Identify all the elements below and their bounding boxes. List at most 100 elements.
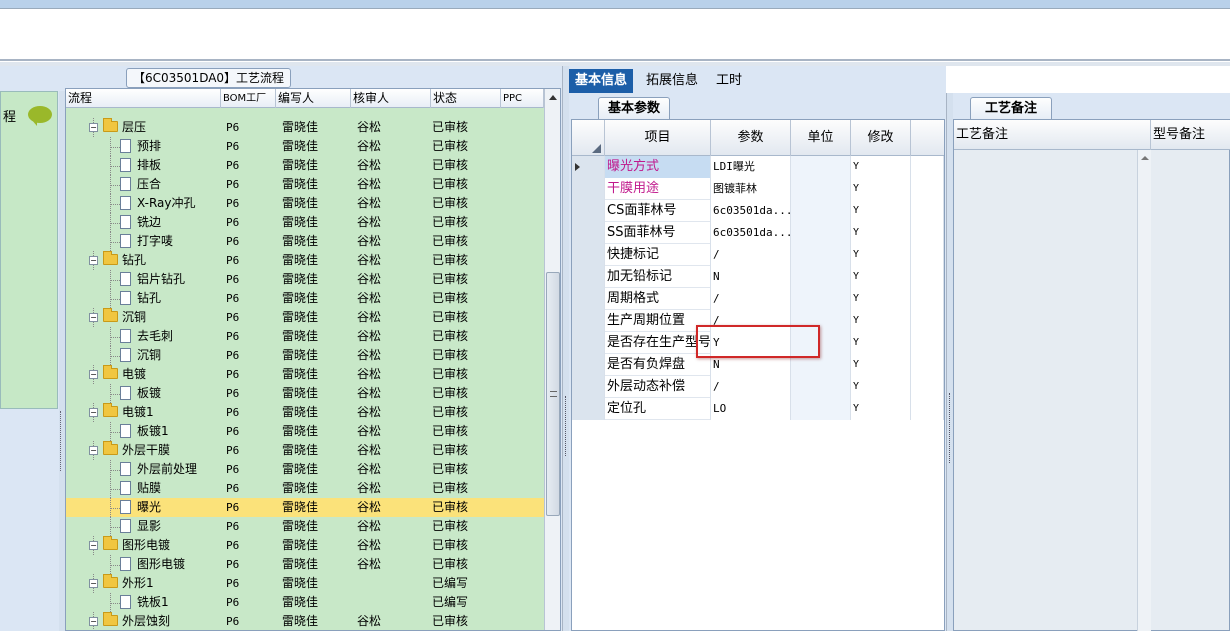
param-modify[interactable]: Y [851, 266, 911, 288]
param-unit[interactable] [791, 178, 851, 200]
row-header[interactable] [572, 332, 605, 354]
tree-folder-row[interactable]: − 图形电镀 P6 雷晓佳 谷松 已审核 [66, 536, 544, 555]
notes-scrollbar[interactable] [1137, 150, 1151, 631]
chat-bubble-icon[interactable] [28, 106, 52, 126]
collapse-icon[interactable]: − [89, 123, 98, 132]
tree-folder-row[interactable]: − 电镀 P6 雷晓佳 谷松 已审核 [66, 365, 544, 384]
param-unit[interactable] [791, 376, 851, 398]
collapse-icon[interactable]: − [89, 446, 98, 455]
param-row[interactable]: 定位孔 LO Y [572, 398, 944, 420]
param-row[interactable]: 外层动态补偿 / Y [572, 376, 944, 398]
params-grid[interactable]: 项目 参数 单位 修改 曝光方式 LDI曝光 Y 干膜用途 图镀菲林 Y CS面菲林号 6c0… [571, 119, 945, 631]
param-modify[interactable]: Y [851, 244, 911, 266]
param-row[interactable]: 干膜用途 图镀菲林 Y [572, 178, 944, 200]
tree-step-row[interactable]: 预排 P6 雷晓佳 谷松 已审核 [66, 137, 544, 156]
param-modify[interactable]: Y [851, 222, 911, 244]
row-header[interactable] [572, 266, 605, 288]
tree-scrollbar[interactable] [544, 89, 560, 630]
param-value[interactable]: 图镀菲林 [711, 178, 791, 200]
row-header[interactable] [572, 310, 605, 332]
param-unit[interactable] [791, 398, 851, 420]
param-unit[interactable] [791, 222, 851, 244]
row-header[interactable] [572, 398, 605, 420]
tab-extended-info[interactable]: 拓展信息 [640, 69, 704, 93]
tree-folder-row[interactable]: − 电镀1 P6 雷晓佳 谷松 已审核 [66, 403, 544, 422]
param-row[interactable]: 快捷标记 / Y [572, 244, 944, 266]
param-value[interactable]: 6c03501da... [711, 200, 791, 222]
tree-step-row[interactable]: X-Ray冲孔 P6 雷晓佳 谷松 已审核 [66, 194, 544, 213]
middle-vertical-splitter[interactable] [562, 66, 569, 631]
row-header[interactable] [572, 178, 605, 200]
notes-panel[interactable]: 工艺备注 型号备注 [953, 119, 1230, 631]
param-value[interactable]: / [711, 244, 791, 266]
param-value[interactable]: LDI曝光 [711, 156, 791, 178]
scroll-up-icon[interactable] [549, 95, 557, 100]
tree-step-row[interactable]: 沉铜 P6 雷晓佳 谷松 已审核 [66, 346, 544, 365]
param-modify[interactable]: Y [851, 354, 911, 376]
param-modify[interactable]: Y [851, 310, 911, 332]
row-header[interactable] [572, 200, 605, 222]
left-nav-strip[interactable]: 程 [0, 91, 58, 409]
collapse-icon[interactable]: − [89, 370, 98, 379]
header-param[interactable]: 参数 [711, 120, 791, 156]
param-value[interactable]: / [711, 288, 791, 310]
param-row[interactable]: 周期格式 / Y [572, 288, 944, 310]
right-vertical-splitter[interactable] [946, 93, 953, 631]
tree-step-row[interactable]: 打字唛 P6 雷晓佳 谷松 已审核 [66, 232, 544, 251]
param-value[interactable]: LO [711, 398, 791, 420]
scroll-thumb[interactable] [546, 272, 560, 516]
header-process-notes[interactable]: 工艺备注 [954, 120, 1151, 150]
header-model-notes[interactable]: 型号备注 [1151, 120, 1230, 150]
row-header[interactable] [572, 244, 605, 266]
collapse-icon[interactable]: − [89, 256, 98, 265]
tree-step-row[interactable]: 图形电镀 P6 雷晓佳 谷松 已审核 [66, 555, 544, 574]
tab-work-hours[interactable]: 工时 [710, 69, 748, 93]
tree-step-row[interactable]: 板镀 P6 雷晓佳 谷松 已审核 [66, 384, 544, 403]
tree-step-row[interactable]: 压合 P6 雷晓佳 谷松 已审核 [66, 175, 544, 194]
tree-folder-row[interactable]: − 钻孔 P6 雷晓佳 谷松 已审核 [66, 251, 544, 270]
tree-step-row[interactable]: 曝光 P6 雷晓佳 谷松 已审核 [66, 498, 544, 517]
tab-process-notes[interactable]: 工艺备注 [970, 97, 1052, 119]
tree-step-row[interactable]: 铝片钻孔 P6 雷晓佳 谷松 已审核 [66, 270, 544, 289]
param-unit[interactable] [791, 288, 851, 310]
param-unit[interactable] [791, 156, 851, 178]
param-modify[interactable]: Y [851, 200, 911, 222]
tree-folder-row[interactable]: − 外层干膜 P6 雷晓佳 谷松 已审核 [66, 441, 544, 460]
tree-step-row[interactable]: 铣边 P6 雷晓佳 谷松 已审核 [66, 213, 544, 232]
row-header[interactable] [572, 222, 605, 244]
process-flow-tree[interactable]: 流程 BOM工厂 编写人 核审人 状态 PPC − 层压 P6 雷晓佳 谷松 已审核 预排 P… [65, 88, 561, 631]
param-row[interactable]: SS面菲林号 6c03501da... Y [572, 222, 944, 244]
param-unit[interactable] [791, 244, 851, 266]
row-header[interactable] [572, 288, 605, 310]
param-modify[interactable]: Y [851, 398, 911, 420]
tree-step-row[interactable]: 外层前处理 P6 雷晓佳 谷松 已审核 [66, 460, 544, 479]
tree-folder-row[interactable]: − 外形1 P6 雷晓佳 已编写 [66, 574, 544, 593]
tree-step-row[interactable]: 显影 P6 雷晓佳 谷松 已审核 [66, 517, 544, 536]
tree-step-row[interactable]: 去毛刺 P6 雷晓佳 谷松 已审核 [66, 327, 544, 346]
grid-corner[interactable] [572, 120, 605, 156]
header-modify[interactable]: 修改 [851, 120, 911, 156]
tree-folder-row[interactable]: − 外层蚀刻 P6 雷晓佳 谷松 已审核 [66, 612, 544, 630]
tree-step-row[interactable]: 贴膜 P6 雷晓佳 谷松 已审核 [66, 479, 544, 498]
tree-step-row[interactable]: 板镀1 P6 雷晓佳 谷松 已审核 [66, 422, 544, 441]
tree-folder-row[interactable]: − 层压 P6 雷晓佳 谷松 已审核 [66, 118, 544, 137]
collapse-icon[interactable]: − [89, 408, 98, 417]
collapse-icon[interactable]: − [89, 541, 98, 550]
tree-step-row[interactable]: 铣板1 P6 雷晓佳 已编写 [66, 593, 544, 612]
process-notes-area[interactable] [954, 150, 1151, 631]
param-unit[interactable] [791, 200, 851, 222]
row-header[interactable] [572, 376, 605, 398]
param-unit[interactable] [791, 266, 851, 288]
collapse-icon[interactable]: − [89, 313, 98, 322]
tree-step-row[interactable]: 钻孔 P6 雷晓佳 谷松 已审核 [66, 289, 544, 308]
param-modify[interactable]: Y [851, 178, 911, 200]
param-value[interactable]: 6c03501da... [711, 222, 791, 244]
tree-step-row[interactable]: 排板 P6 雷晓佳 谷松 已审核 [66, 156, 544, 175]
param-modify[interactable]: Y [851, 376, 911, 398]
param-value[interactable]: / [711, 376, 791, 398]
header-item[interactable]: 项目 [605, 120, 711, 156]
row-header[interactable] [572, 156, 605, 178]
header-unit[interactable]: 单位 [791, 120, 851, 156]
param-value[interactable]: N [711, 266, 791, 288]
tab-basic-info[interactable]: 基本信息 [569, 69, 634, 93]
